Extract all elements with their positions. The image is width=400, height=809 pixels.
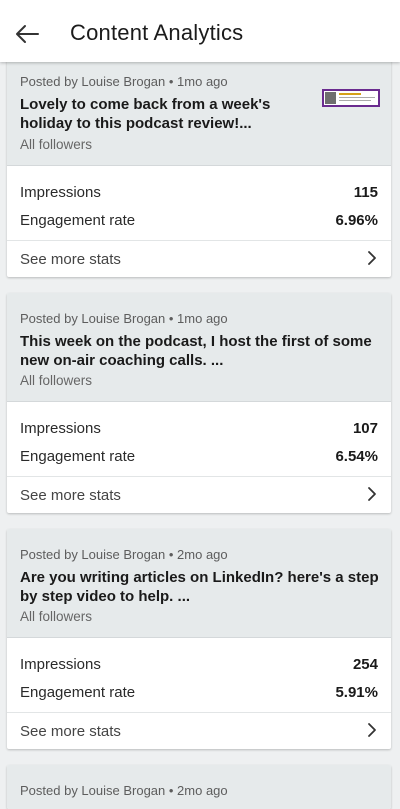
impressions-label: Impressions bbox=[20, 420, 101, 437]
impressions-label: Impressions bbox=[20, 184, 101, 201]
impressions-value: 107 bbox=[352, 420, 378, 437]
chevron-right-icon bbox=[368, 723, 376, 737]
post-title: Lovely to come back from a week's holida… bbox=[20, 96, 271, 132]
see-more-stats-button[interactable]: See more stats bbox=[7, 477, 391, 513]
post-card: Posted by Louise Brogan • 1mo ago This w… bbox=[7, 293, 391, 513]
post-summary[interactable]: Posted by Louise Brogan • 1mo ago Lovely… bbox=[7, 56, 391, 166]
impressions-row: Impressions 107 bbox=[20, 420, 378, 437]
post-card: Posted by Louise Brogan • 2mo ago bbox=[7, 765, 391, 809]
engagement-row: Engagement rate 6.96% bbox=[20, 212, 378, 229]
impressions-value: 115 bbox=[353, 184, 378, 201]
post-audience: All followers bbox=[20, 609, 93, 624]
impressions-row: Impressions 254 bbox=[20, 656, 378, 673]
page-title: Content Analytics bbox=[70, 20, 244, 45]
see-more-stats-button[interactable]: See more stats bbox=[7, 241, 391, 277]
impressions-value: 254 bbox=[352, 656, 378, 673]
engagement-label: Engagement rate bbox=[20, 212, 136, 229]
post-summary[interactable]: Posted by Louise Brogan • 1mo ago This w… bbox=[7, 293, 391, 402]
post-thumbnail bbox=[322, 89, 380, 107]
post-card: Posted by Louise Brogan • 1mo ago Lovely… bbox=[7, 56, 391, 277]
app-header: Content Analytics bbox=[0, 0, 400, 62]
engagement-label: Engagement rate bbox=[20, 684, 136, 701]
chevron-right-icon bbox=[368, 251, 376, 265]
see-more-label: See more stats bbox=[20, 251, 121, 268]
engagement-label: Engagement rate bbox=[20, 448, 136, 465]
engagement-row: Engagement rate 5.91% bbox=[20, 684, 378, 701]
post-title: This week on the podcast, I host the fir… bbox=[20, 333, 372, 369]
post-title: Are you writing articles on LinkedIn? he… bbox=[20, 569, 379, 605]
post-meta: Posted by Louise Brogan • 2mo ago bbox=[20, 547, 228, 562]
see-more-stats-button[interactable]: See more stats bbox=[7, 713, 391, 749]
post-summary[interactable]: Posted by Louise Brogan • 2mo ago Are yo… bbox=[7, 529, 391, 638]
post-meta: Posted by Louise Brogan • 2mo ago bbox=[20, 783, 228, 798]
post-summary[interactable]: Posted by Louise Brogan • 2mo ago bbox=[7, 765, 391, 809]
impressions-row: Impressions 115 bbox=[20, 184, 378, 201]
post-audience: All followers bbox=[20, 137, 93, 152]
engagement-row: Engagement rate 6.54% bbox=[20, 448, 378, 465]
post-meta: Posted by Louise Brogan • 1mo ago bbox=[20, 74, 228, 89]
see-more-label: See more stats bbox=[20, 723, 121, 740]
chevron-right-icon bbox=[368, 487, 376, 501]
engagement-value: 6.96% bbox=[335, 212, 378, 229]
post-card: Posted by Louise Brogan • 2mo ago Are yo… bbox=[7, 529, 391, 749]
post-audience: All followers bbox=[20, 373, 93, 388]
engagement-value: 6.54% bbox=[335, 448, 378, 465]
impressions-label: Impressions bbox=[20, 656, 101, 673]
engagement-value: 5.91% bbox=[335, 684, 378, 701]
arrow-left-icon[interactable] bbox=[14, 21, 40, 47]
see-more-label: See more stats bbox=[20, 487, 121, 504]
post-meta: Posted by Louise Brogan • 1mo ago bbox=[20, 311, 228, 326]
